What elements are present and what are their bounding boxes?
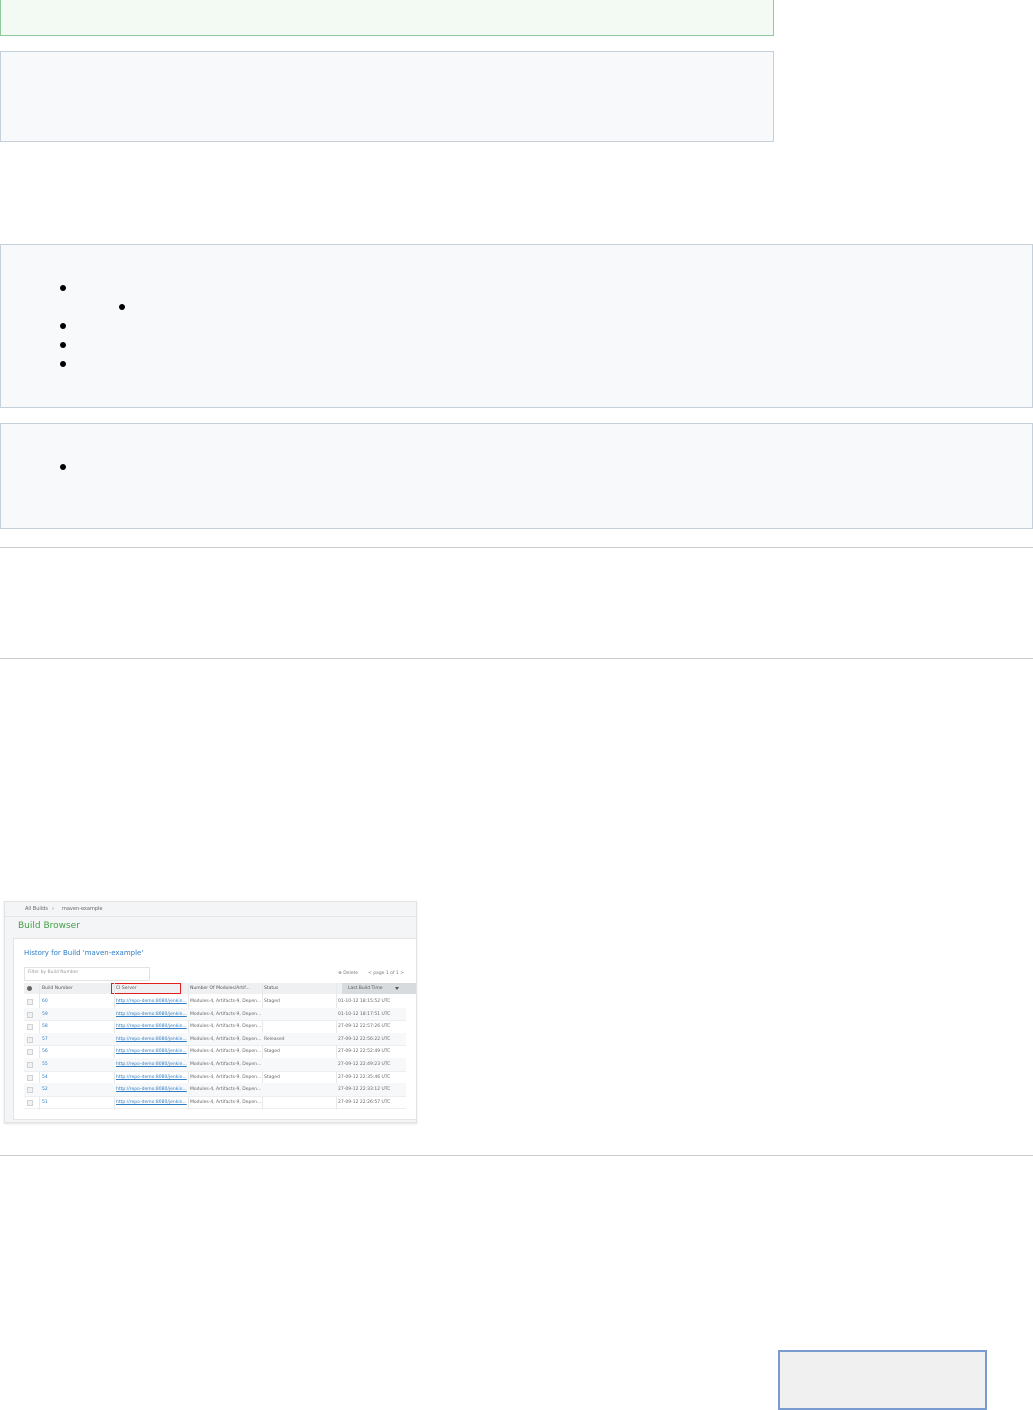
column-last-build-time[interactable]: Last Build Time <box>348 986 383 991</box>
divider <box>0 547 1033 548</box>
row-checkbox[interactable] <box>27 1024 33 1031</box>
history-card: History for Build 'maven-example' Filter… <box>13 938 416 1120</box>
delete-label: Delete <box>343 971 359 976</box>
build-number-link[interactable]: 55 <box>42 1062 48 1067</box>
note-panel-single <box>0 423 1033 529</box>
build-number-link[interactable]: 56 <box>42 1049 48 1054</box>
column-status[interactable]: Status <box>264 986 278 991</box>
build-number-link[interactable]: 52 <box>42 1087 48 1092</box>
ci-server-link[interactable]: http://repo-demo:8080/jenkin... <box>116 1100 187 1105</box>
modules-cell: Modules-4, Artifacts-9, Depen... <box>190 1049 262 1055</box>
history-title: History for Build 'maven-example' <box>24 949 144 957</box>
row-checkbox[interactable] <box>27 1087 33 1094</box>
modules-cell: Modules-4, Artifacts-9, Depen... <box>190 1074 262 1080</box>
build-number-link[interactable]: 51 <box>42 1100 48 1105</box>
row-checkbox[interactable] <box>27 1036 33 1043</box>
build-number-link[interactable]: 57 <box>42 1037 48 1042</box>
build-time-cell: 01-10-12 18:17:51 UTC <box>338 1011 391 1017</box>
row-checkbox[interactable] <box>27 999 33 1005</box>
modules-cell: Modules-4, Artifacts-9, Depen... <box>190 1036 262 1042</box>
column-modules-artifacts[interactable]: Number Of Modules/Artif... <box>190 986 250 991</box>
modules-cell: Modules-4, Artifacts-9, Depen... <box>190 1099 262 1105</box>
build-browser-screenshot: All Builds › maven-example Build Browser… <box>4 901 417 1123</box>
table-row[interactable]: 59 http://repo-demo:8080/jenkin... Modul… <box>24 1007 406 1022</box>
sort-descending-icon <box>395 987 399 990</box>
build-time-cell: 01-10-12 18:15:52 UTC <box>338 999 391 1004</box>
table-row[interactable]: 57 http://repo-demo:8080/jenkin... Modul… <box>24 1032 406 1047</box>
list-bullet <box>60 342 66 348</box>
row-checkbox[interactable] <box>27 1074 33 1081</box>
list-bullet <box>60 361 66 367</box>
row-checkbox[interactable] <box>27 1099 33 1106</box>
note-panel-list <box>0 244 1033 408</box>
modules-cell: Modules-4, Artifacts-9, Depen... <box>190 1024 262 1030</box>
delete-button[interactable]: ⊗ Delete <box>338 971 358 976</box>
list-bullet <box>60 323 66 329</box>
table-row[interactable]: 52 http://repo-demo:8080/jenkin... Modul… <box>24 1083 406 1097</box>
modules-cell: Modules-4, Artifacts-9, Depen... <box>190 1011 262 1017</box>
success-panel <box>0 0 774 36</box>
column-build-number[interactable]: Build Number <box>42 986 73 991</box>
modules-cell: Modules-4, Artifacts-9, Depen... <box>190 1062 262 1067</box>
breadcrumb-separator: › <box>52 906 54 912</box>
list-bullet <box>60 285 66 291</box>
build-number-link[interactable]: 59 <box>42 1012 48 1017</box>
build-time-cell: 27-09-12 22:52:49 UTC <box>338 1049 391 1055</box>
ci-server-link[interactable]: http://repo-demo:8080/jenkin... <box>116 1012 187 1017</box>
row-checkbox[interactable] <box>27 1011 33 1018</box>
build-time-cell: 27-09-12 22:57:26 UTC <box>338 1024 391 1030</box>
divider <box>0 658 1033 659</box>
breadcrumb-all-builds[interactable]: All Builds <box>25 906 48 912</box>
build-number-link[interactable]: 58 <box>42 1024 48 1029</box>
table-row[interactable]: 51 http://repo-demo:8080/jenkin... Modul… <box>24 1096 406 1110</box>
ci-server-link[interactable]: http://repo-demo:8080/jenkin... <box>116 1049 187 1054</box>
list-bullet-nested <box>119 304 125 310</box>
build-number-link[interactable]: 60 <box>42 999 48 1004</box>
build-time-cell: 27-09-12 22:35:46 UTC <box>338 1074 391 1080</box>
ci-server-link[interactable]: http://repo-demo:8080/jenkin... <box>116 1087 187 1092</box>
breadcrumb: All Builds › maven-example <box>5 902 416 917</box>
ci-server-link[interactable]: http://repo-demo:8080/jenkin... <box>116 999 187 1004</box>
row-checkbox[interactable] <box>27 1062 33 1068</box>
filter-build-number-input[interactable]: Filter by Build Number <box>24 967 150 981</box>
table-header: Build Number CI Server Number Of Modules… <box>24 983 416 994</box>
build-time-cell: 27-09-12 22:49:23 UTC <box>338 1062 391 1067</box>
delete-icon: ⊗ <box>338 971 342 976</box>
code-block-box <box>778 1350 987 1410</box>
status-cell: Staged <box>264 999 280 1004</box>
ci-server-link[interactable]: http://repo-demo:8080/jenkin... <box>116 1037 187 1042</box>
build-time-cell: 27-09-12 22:26:57 UTC <box>338 1099 391 1105</box>
status-cell: Released <box>264 1036 285 1042</box>
table-row[interactable]: 56 http://repo-demo:8080/jenkin... Modul… <box>24 1045 406 1059</box>
status-cell: Staged <box>264 1049 280 1055</box>
modules-cell: Modules-4, Artifacts-9, Depen... <box>190 999 262 1004</box>
build-time-cell: 27-09-12 22:56:22 UTC <box>338 1036 391 1042</box>
ci-server-link[interactable]: http://repo-demo:8080/jenkin... <box>116 1075 187 1080</box>
status-cell: Staged <box>264 1074 280 1080</box>
table-row[interactable]: 55 http://repo-demo:8080/jenkin... Modul… <box>24 1058 406 1072</box>
page-title: Build Browser <box>18 921 80 931</box>
table-row[interactable]: 54 http://repo-demo:8080/jenkin... Modul… <box>24 1071 406 1085</box>
ci-server-highlight <box>111 983 181 994</box>
divider <box>0 1155 1033 1156</box>
ci-server-link[interactable]: http://repo-demo:8080/jenkin... <box>116 1062 187 1067</box>
build-number-link[interactable]: 54 <box>42 1075 48 1080</box>
pagination[interactable]: < page 1 of 1 > <box>368 971 404 976</box>
modules-cell: Modules-4, Artifacts-9, Depen... <box>190 1087 262 1093</box>
table-row[interactable]: 60 http://repo-demo:8080/jenkin... Modul… <box>24 995 406 1009</box>
build-time-cell: 27-09-12 22:33:12 UTC <box>338 1087 391 1093</box>
ci-server-link[interactable]: http://repo-demo:8080/jenkin... <box>116 1024 187 1029</box>
select-all-checkbox[interactable] <box>27 986 32 991</box>
table-row[interactable]: 58 http://repo-demo:8080/jenkin... Modul… <box>24 1020 406 1034</box>
list-bullet <box>60 464 66 470</box>
info-panel <box>0 51 774 142</box>
row-checkbox[interactable] <box>27 1049 33 1056</box>
breadcrumb-build-name[interactable]: maven-example <box>62 906 102 912</box>
